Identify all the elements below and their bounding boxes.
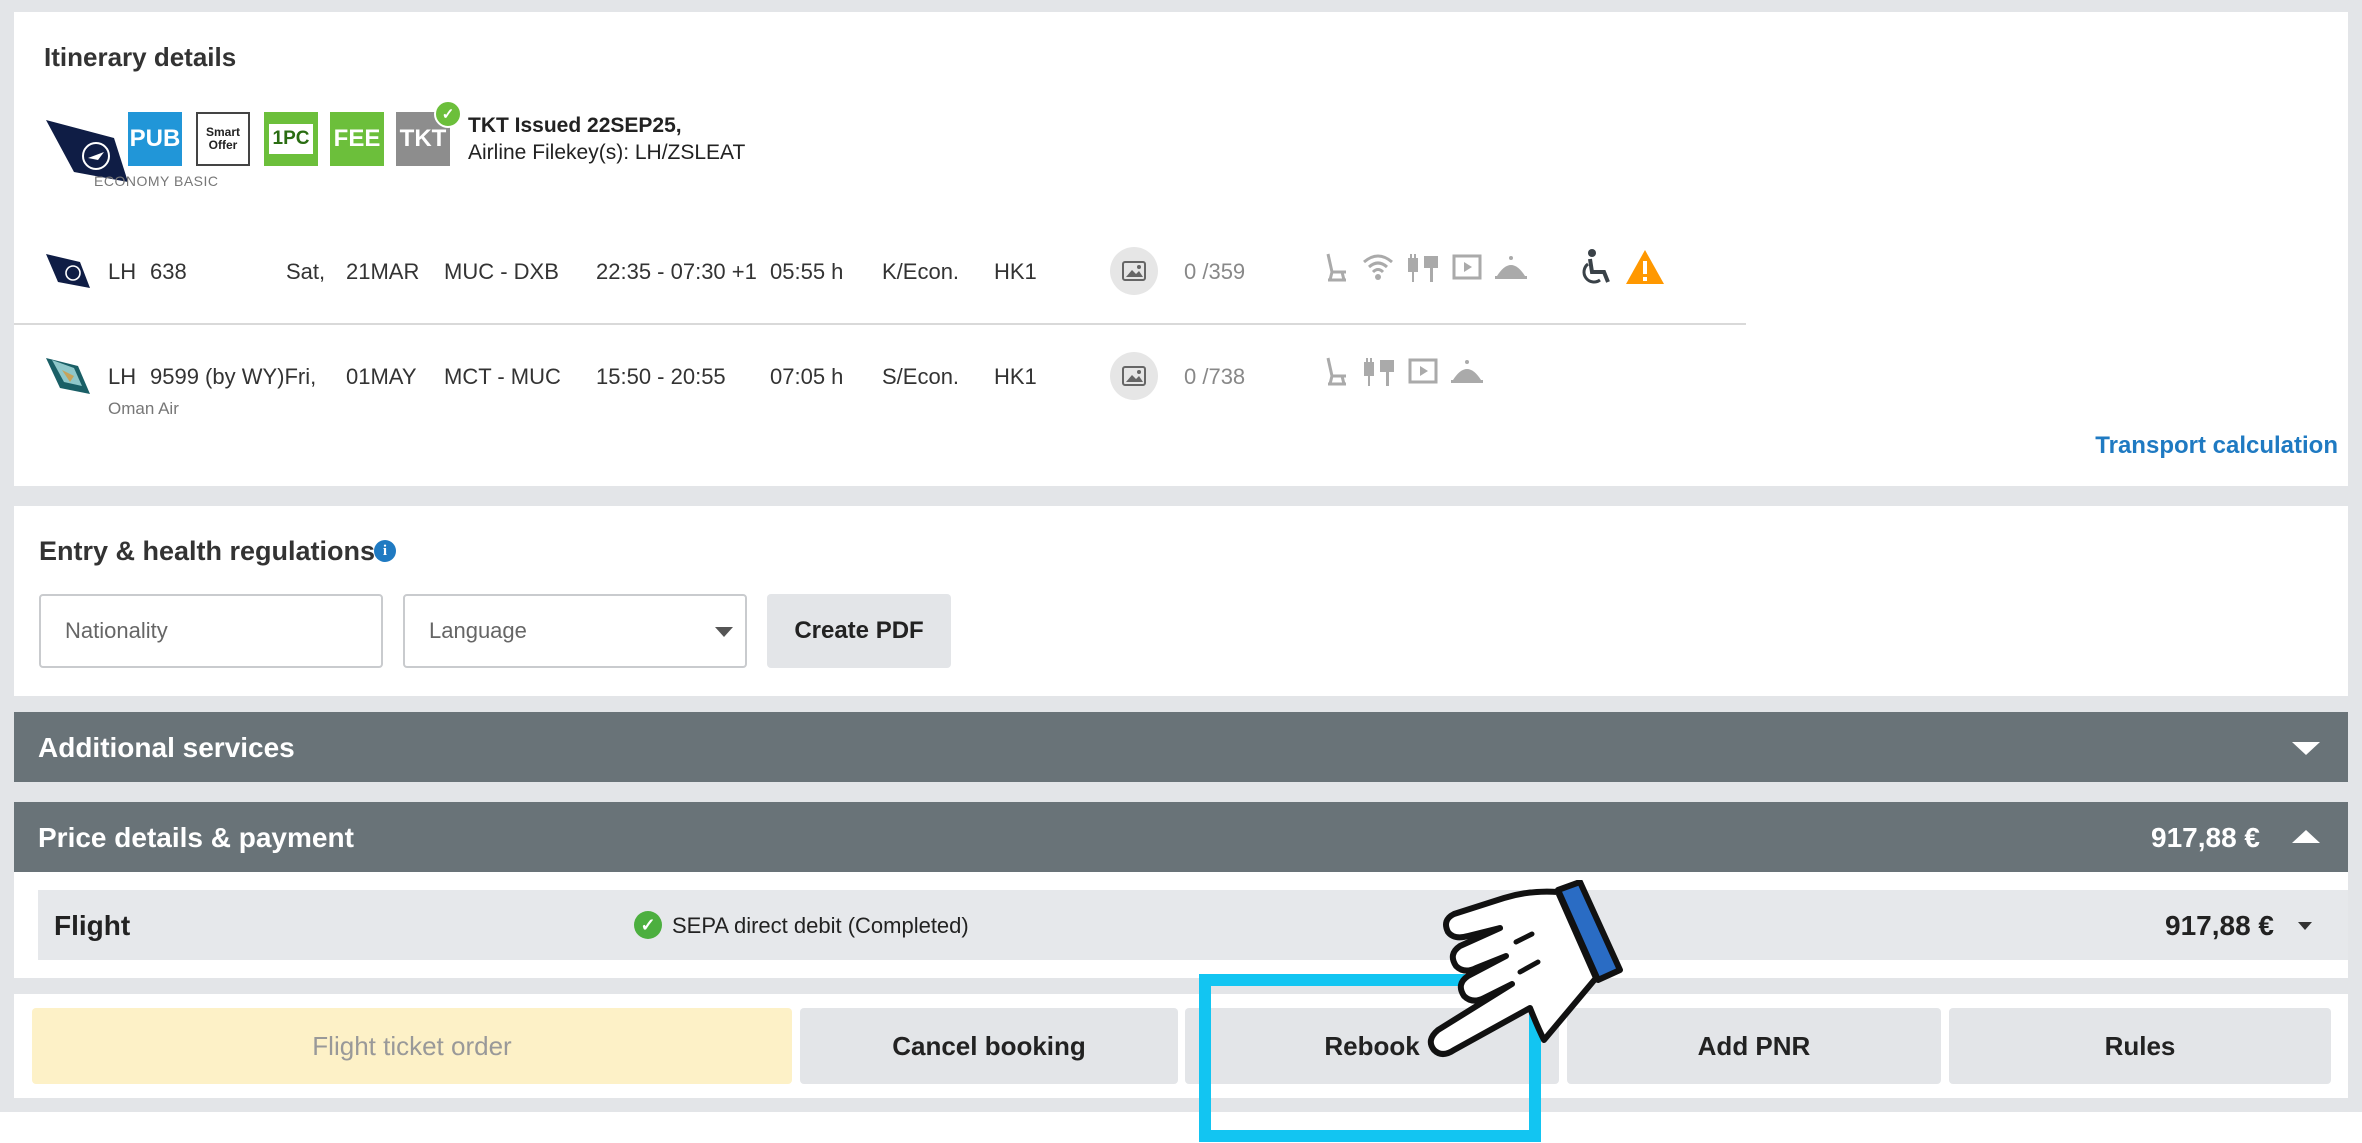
smart-offer-badge: Smart Offer xyxy=(196,112,250,166)
language-select[interactable]: Language xyxy=(403,594,747,668)
segment-2-times: 15:50 - 20:55 xyxy=(596,364,726,389)
segment-1-seatmap-button[interactable] xyxy=(1110,247,1158,295)
flight-ticket-order-button[interactable]: Flight ticket order xyxy=(32,1008,792,1084)
cancel-booking-button[interactable]: Cancel booking xyxy=(800,1008,1178,1084)
itinerary-card: Itinerary details PUB Smart Offer 1PC FE… xyxy=(14,12,2348,486)
segment-2-amenities xyxy=(1322,356,1502,392)
segment-1-route: MUC - DXB xyxy=(444,259,559,284)
oman-air-logo xyxy=(44,356,92,401)
segment-2-class: S/Econ. xyxy=(882,364,960,389)
ticket-badge-label: TKT xyxy=(399,125,447,152)
smart-offer-line2: Offer xyxy=(208,138,238,152)
entry-regulations-card: Entry & health regulations i Nationality… xyxy=(14,506,2348,696)
segment-1-status: HK1 xyxy=(994,259,1037,284)
segment-divider xyxy=(14,323,1746,325)
wifi-icon xyxy=(1363,254,1393,280)
segment-2-seats: 0 /738 xyxy=(1184,364,1246,389)
entry-regulations-title: Entry & health regulations xyxy=(39,536,376,566)
segment-1-day: Sat, xyxy=(286,259,326,284)
image-icon xyxy=(1122,366,1146,386)
image-icon xyxy=(1122,261,1146,281)
additional-services-title: Additional services xyxy=(38,732,295,763)
segment-1-times: 22:35 - 07:30 +1 xyxy=(596,259,757,284)
segment-2-carrier-name: Oman Air xyxy=(108,399,179,418)
price-details-header[interactable]: Price details & payment 917,88 € xyxy=(14,802,2348,872)
payment-status: SEPA direct debit (Completed) xyxy=(672,913,969,938)
flight-row-chevron-icon xyxy=(2298,922,2312,930)
info-icon[interactable]: i xyxy=(374,540,396,562)
meal-service-icon xyxy=(1451,360,1483,383)
payment-completed-check-icon: ✓ xyxy=(634,911,662,939)
segment-1-seats: 0 /359 xyxy=(1184,259,1246,284)
segment-1-duration: 05:55 h xyxy=(770,259,844,284)
segment-1-airline-code: LH xyxy=(108,259,137,284)
entertainment-icon xyxy=(1408,358,1438,384)
chevron-down-icon xyxy=(715,627,733,637)
flight-price-row[interactable]: Flight ✓ SEPA direct debit (Completed) 9… xyxy=(38,890,2348,960)
transport-calculation-link[interactable]: Transport calculation xyxy=(2095,432,2338,460)
ticket-issued-check-icon: ✓ xyxy=(434,100,462,128)
price-section: Price details & payment 917,88 € Flight … xyxy=(14,802,2348,978)
pub-badge: PUB xyxy=(128,112,182,166)
power-plug-icon xyxy=(1364,358,1394,386)
pointing-hand-icon xyxy=(1427,880,1623,1057)
language-placeholder: Language xyxy=(429,618,527,643)
expand-arrow-icon xyxy=(2292,742,2320,755)
fee-badge: FEE xyxy=(330,112,384,166)
price-details-title: Price details & payment xyxy=(38,822,354,853)
segment-1-flight-number: 638 xyxy=(150,259,187,284)
segment-2-flight-number: 9599 (by WY)Fri, xyxy=(150,364,317,389)
itinerary-title: Itinerary details xyxy=(44,42,237,72)
segment-2-seatmap-button[interactable] xyxy=(1110,352,1158,400)
nationality-input[interactable]: Nationality xyxy=(39,594,383,668)
warning-icon[interactable] xyxy=(1624,248,1666,286)
segment-2-status: HK1 xyxy=(994,364,1037,389)
segment-1-date: 21MAR xyxy=(346,259,420,284)
ticket-status: TKT Issued 22SEP25, xyxy=(468,114,682,137)
baggage-badge: 1PC xyxy=(264,112,318,166)
segment-1-airline-icon xyxy=(44,252,90,295)
fee-badge-label: FEE xyxy=(333,125,381,152)
baggage-badge-label: 1PC xyxy=(268,124,314,154)
seat-icon xyxy=(1326,357,1346,386)
nationality-placeholder: Nationality xyxy=(65,618,168,643)
entertainment-icon xyxy=(1452,254,1482,280)
segment-2-airline-code: LH xyxy=(108,364,137,389)
seat-icon xyxy=(1326,253,1346,282)
segment-2-duration: 07:05 h xyxy=(770,364,844,389)
price-total: 917,88 € xyxy=(2151,822,2260,853)
wheelchair-icon xyxy=(1582,249,1610,284)
flight-price-label: Flight xyxy=(54,910,131,941)
segment-2-date: 01MAY xyxy=(346,364,417,389)
collapse-arrow-icon xyxy=(2292,830,2320,843)
create-pdf-button[interactable]: Create PDF xyxy=(767,594,951,668)
additional-services-header[interactable]: Additional services xyxy=(14,712,2348,782)
airline-filekey: Airline Filekey(s): LH/ZSLEAT xyxy=(468,141,746,164)
segment-1-class: K/Econ. xyxy=(882,259,960,284)
rules-button[interactable]: Rules xyxy=(1949,1008,2331,1084)
fare-class: ECONOMY BASIC xyxy=(94,173,219,189)
pub-badge-label: PUB xyxy=(129,125,181,152)
meal-service-icon xyxy=(1495,256,1527,279)
segment-2-route: MCT - MUC xyxy=(444,364,561,389)
segment-1-amenities xyxy=(1322,252,1542,288)
flight-price-amount: 917,88 € xyxy=(2165,910,2274,941)
power-plug-icon xyxy=(1408,254,1438,282)
